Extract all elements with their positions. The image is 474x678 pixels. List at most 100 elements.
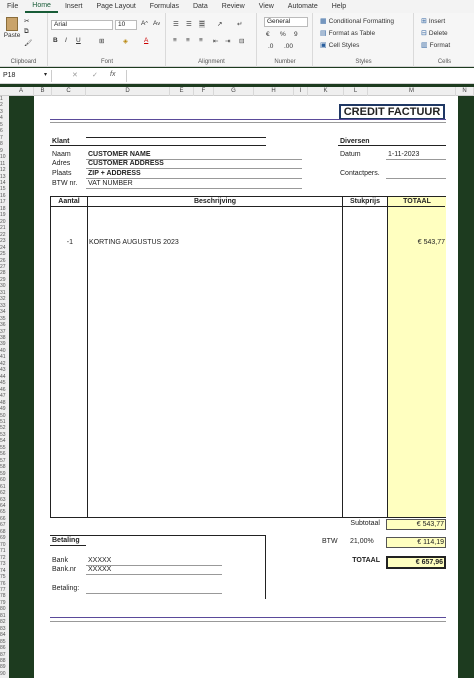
row-header[interactable]: 40 bbox=[0, 348, 9, 354]
align-middle-icon[interactable]: ☰ bbox=[186, 20, 192, 28]
row-header[interactable]: 36 bbox=[0, 322, 9, 328]
orientation-icon[interactable]: ↗ bbox=[217, 20, 222, 28]
currency-button[interactable]: € bbox=[266, 31, 270, 38]
row-header[interactable]: 59 bbox=[0, 471, 9, 477]
merge-center-icon[interactable]: ⊟ bbox=[239, 37, 244, 45]
row-header[interactable]: 2 bbox=[0, 102, 9, 108]
tab-automate[interactable]: Automate bbox=[281, 0, 325, 13]
row-header[interactable]: 44 bbox=[0, 374, 9, 380]
decrease-indent-icon[interactable]: ⇤ bbox=[213, 37, 218, 45]
row-header[interactable]: 77 bbox=[0, 587, 9, 593]
row-header[interactable]: 23 bbox=[0, 238, 9, 244]
row-header[interactable]: 63 bbox=[0, 497, 9, 503]
row-header[interactable]: 33 bbox=[0, 303, 9, 309]
align-center-icon[interactable]: ≡ bbox=[186, 37, 190, 44]
row-header[interactable]: 50 bbox=[0, 413, 9, 419]
row-header[interactable]: 48 bbox=[0, 400, 9, 406]
row-header[interactable]: 82 bbox=[0, 619, 9, 625]
column-header-m[interactable]: M bbox=[368, 87, 456, 96]
row-header[interactable]: 81 bbox=[0, 613, 9, 619]
row-header[interactable]: 66 bbox=[0, 516, 9, 522]
fill-color-icon[interactable]: ◈ bbox=[123, 37, 128, 45]
column-header-e[interactable]: E bbox=[170, 87, 194, 96]
bold-button[interactable]: B bbox=[53, 37, 58, 44]
font-size-select[interactable]: 10 bbox=[115, 20, 137, 30]
row-header[interactable]: 78 bbox=[0, 593, 9, 599]
number-format-select[interactable]: General bbox=[264, 17, 308, 27]
enter-icon[interactable]: ✓ bbox=[92, 71, 98, 79]
row-header[interactable]: 89 bbox=[0, 664, 9, 670]
tab-file[interactable]: File bbox=[0, 0, 25, 13]
row-header[interactable]: 62 bbox=[0, 490, 9, 496]
row-header[interactable]: 4 bbox=[0, 115, 9, 121]
row-header[interactable]: 61 bbox=[0, 484, 9, 490]
row-header[interactable]: 3 bbox=[0, 109, 9, 115]
row-header[interactable]: 73 bbox=[0, 561, 9, 567]
row-header[interactable]: 35 bbox=[0, 316, 9, 322]
row-header[interactable]: 51 bbox=[0, 419, 9, 425]
column-header-i[interactable]: I bbox=[294, 87, 308, 96]
tab-page-layout[interactable]: Page Layout bbox=[89, 0, 142, 13]
row-header[interactable]: 32 bbox=[0, 296, 9, 302]
delete-cells-button[interactable]: ⊟ Delete bbox=[421, 29, 448, 38]
row-header[interactable]: 46 bbox=[0, 387, 9, 393]
name-box-dropdown-icon[interactable]: ▾ bbox=[44, 71, 47, 78]
row-header[interactable]: 67 bbox=[0, 522, 9, 528]
row-header[interactable]: 16 bbox=[0, 193, 9, 199]
row-header[interactable]: 28 bbox=[0, 270, 9, 276]
row-header[interactable]: 84 bbox=[0, 632, 9, 638]
row-header[interactable]: 70 bbox=[0, 542, 9, 548]
row-header[interactable]: 34 bbox=[0, 309, 9, 315]
row-header[interactable]: 49 bbox=[0, 406, 9, 412]
row-header[interactable]: 65 bbox=[0, 509, 9, 515]
row-header[interactable]: 54 bbox=[0, 438, 9, 444]
tab-insert[interactable]: Insert bbox=[58, 0, 90, 13]
align-right-icon[interactable]: ≡ bbox=[199, 37, 203, 44]
row-header[interactable]: 90 bbox=[0, 671, 9, 677]
row-header[interactable]: 12 bbox=[0, 167, 9, 173]
row-header[interactable]: 58 bbox=[0, 464, 9, 470]
column-header-f[interactable]: F bbox=[194, 87, 214, 96]
row-header[interactable]: 79 bbox=[0, 600, 9, 606]
row-header[interactable]: 42 bbox=[0, 361, 9, 367]
row-header[interactable]: 76 bbox=[0, 581, 9, 587]
italic-button[interactable]: I bbox=[65, 37, 67, 44]
increase-decimal-icon[interactable]: .0 bbox=[268, 43, 273, 50]
row-header[interactable]: 19 bbox=[0, 212, 9, 218]
paste-button[interactable]: Paste bbox=[4, 17, 20, 39]
copy-icon[interactable]: ⧉ bbox=[24, 28, 29, 36]
conditional-formatting-button[interactable]: ▦ Conditional Formatting bbox=[320, 17, 394, 26]
row-header[interactable]: 5 bbox=[0, 122, 9, 128]
row-header[interactable]: 24 bbox=[0, 245, 9, 251]
row-header[interactable]: 20 bbox=[0, 219, 9, 225]
row-header[interactable]: 26 bbox=[0, 258, 9, 264]
row-header[interactable]: 7 bbox=[0, 135, 9, 141]
decrease-decimal-icon[interactable]: .00 bbox=[284, 43, 293, 50]
increase-font-icon[interactable]: A ^ bbox=[141, 20, 148, 27]
wrap-text-icon[interactable]: ↵ bbox=[237, 20, 242, 28]
comma-button[interactable]: 9 bbox=[294, 31, 298, 38]
row-header[interactable]: 15 bbox=[0, 186, 9, 192]
font-color-icon[interactable]: A bbox=[144, 37, 148, 44]
column-header-d[interactable]: D bbox=[86, 87, 170, 96]
row-header[interactable]: 85 bbox=[0, 639, 9, 645]
tab-view[interactable]: View bbox=[252, 0, 281, 13]
column-header-n[interactable]: N bbox=[456, 87, 474, 96]
row-header[interactable]: 22 bbox=[0, 232, 9, 238]
row-header[interactable]: 68 bbox=[0, 529, 9, 535]
row-header[interactable]: 6 bbox=[0, 128, 9, 134]
row-header[interactable]: 87 bbox=[0, 652, 9, 658]
row-header[interactable]: 38 bbox=[0, 335, 9, 341]
insert-cells-button[interactable]: ⊞ Insert bbox=[421, 17, 445, 26]
row-header[interactable]: 30 bbox=[0, 283, 9, 289]
cell-styles-button[interactable]: ▣ Cell Styles bbox=[320, 41, 359, 50]
row-header[interactable]: 39 bbox=[0, 341, 9, 347]
row-header[interactable]: 83 bbox=[0, 626, 9, 632]
row-header[interactable]: 86 bbox=[0, 645, 9, 651]
row-header[interactable]: 75 bbox=[0, 574, 9, 580]
row-header[interactable]: 55 bbox=[0, 445, 9, 451]
row-header[interactable]: 10 bbox=[0, 154, 9, 160]
row-header[interactable]: 37 bbox=[0, 329, 9, 335]
row-header[interactable]: 69 bbox=[0, 535, 9, 541]
tab-home[interactable]: Home bbox=[25, 0, 58, 13]
